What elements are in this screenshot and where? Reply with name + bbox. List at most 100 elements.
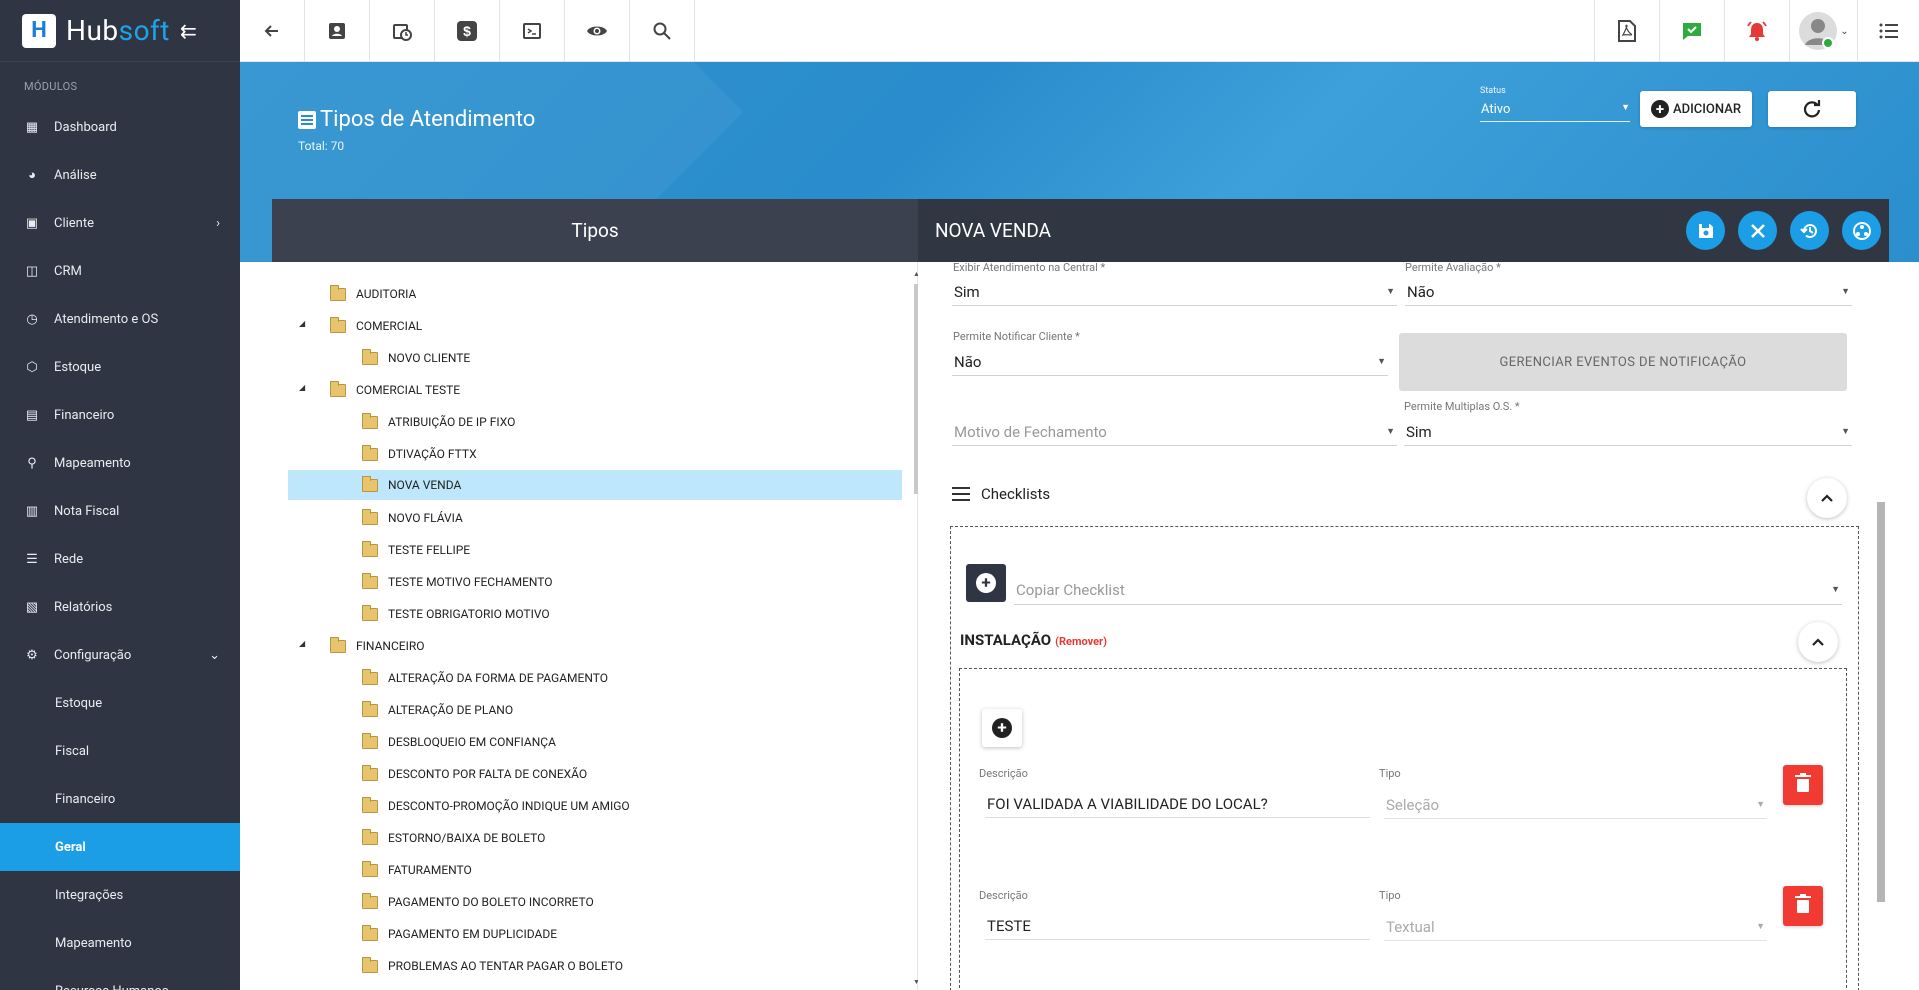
exibir-central-select[interactable]: Sim ▼ (952, 278, 1397, 306)
tree-item-alteracao-plano[interactable]: ALTERAÇÃO DE PLANO (362, 695, 513, 725)
sidebar-item-crm[interactable]: ◫ CRM (0, 247, 240, 295)
item-type-select[interactable]: Seleção ▼ (1384, 791, 1767, 819)
sidebar-item-dashboard[interactable]: ▦ Dashboard (0, 103, 240, 151)
refresh-button[interactable] (1768, 91, 1856, 127)
dollar-icon: $ (457, 21, 477, 41)
close-icon (1750, 223, 1765, 238)
chevron-down-icon: ⌄ (209, 647, 220, 663)
tree-item-novo-cliente[interactable]: NOVO CLIENTE (362, 343, 470, 373)
folder-icon (362, 924, 378, 941)
notificar-cliente-select[interactable]: Não ▼ (952, 348, 1388, 376)
tree-item-problemas-boleto[interactable]: PROBLEMAS AO TENTAR PAGAR O BOLETO (362, 951, 623, 981)
view-button[interactable] (565, 0, 630, 62)
sidebar-sub-recursos-humanos[interactable]: Recursos Humanos (0, 967, 240, 990)
tree-item-financeiro[interactable]: FINANCEIRO (330, 631, 425, 661)
tree-item-nova-venda[interactable]: NOVA VENDA (288, 470, 902, 500)
remove-checklist-link[interactable]: (Remover) (1055, 635, 1107, 648)
avatar-icon (1799, 12, 1838, 50)
tree-item-pagamento-duplicidade[interactable]: PAGAMENTO EM DUPLICIDADE (362, 919, 557, 949)
tree-item-novo-flavia[interactable]: NOVO FLÁVIA (362, 503, 463, 533)
sidebar-item-configuracao[interactable]: ⚙ Configuração ⌄ (0, 631, 240, 679)
sidebar-item-relatorios[interactable]: ▧ Relatórios (0, 583, 240, 631)
add-checklist-item-button[interactable]: + (982, 709, 1022, 747)
tree-expander-icon[interactable]: ◢ (299, 319, 305, 328)
menu-collapse-icon[interactable]: ⇇ (180, 19, 197, 43)
sidebar-sub-fiscal[interactable]: Fiscal (0, 727, 240, 775)
tree-item-faturamento[interactable]: FATURAMENTO (362, 855, 472, 885)
hubsoft-logo[interactable]: H (22, 13, 56, 48)
client-card-button[interactable] (305, 0, 370, 62)
pdf-button[interactable] (1594, 0, 1659, 62)
schedule-button[interactable] (370, 0, 435, 62)
caret-down-icon: ▼ (1386, 427, 1395, 437)
sidebar-item-estoque[interactable]: ⬡ Estoque (0, 343, 240, 391)
notifications-button[interactable] (1724, 0, 1789, 62)
tree-item-dtivacao-fttx[interactable]: DTIVAÇÃO FTTX (362, 439, 477, 469)
tree-item-desconto-falta[interactable]: DESCONTO POR FALTA DE CONEXÃO (362, 759, 587, 789)
sidebar-item-financeiro[interactable]: ▤ Financeiro (0, 391, 240, 439)
tree-item-comercial[interactable]: COMERCIAL (330, 311, 422, 341)
delete-item-button[interactable] (1783, 886, 1823, 926)
status-filter[interactable]: Status Ativo ▼ (1480, 86, 1630, 122)
options-menu-button[interactable] (1857, 0, 1919, 62)
sidebar-sub-financeiro[interactable]: Financeiro (0, 775, 240, 823)
workflow-button[interactable] (1842, 211, 1881, 250)
tree-expander-icon[interactable]: ◢ (299, 383, 305, 392)
finance-button[interactable]: $ (435, 0, 500, 62)
sidebar-item-mapeamento[interactable]: ⚲ Mapeamento (0, 439, 240, 487)
status-select[interactable]: Ativo ▼ (1480, 96, 1630, 122)
add-checklist-button[interactable]: + (966, 564, 1006, 602)
history-button[interactable] (1790, 211, 1829, 250)
sidebar-item-nota-fiscal[interactable]: ▥ Nota Fiscal (0, 487, 240, 535)
tree-item-desbloqueio[interactable]: DESBLOQUEIO EM CONFIANÇA (362, 727, 556, 757)
manage-notification-events-button[interactable]: GERENCIAR EVENTOS DE NOTIFICAÇÃO (1399, 333, 1847, 391)
search-button[interactable] (630, 0, 695, 62)
user-menu-button[interactable]: ⌄ (1789, 0, 1857, 62)
sidebar-sub-estoque[interactable]: Estoque (0, 679, 240, 727)
tree-item-alteracao-forma[interactable]: ALTERAÇÃO DA FORMA DE PAGAMENTO (362, 663, 608, 693)
tree-expander-icon[interactable]: ◢ (299, 639, 305, 648)
multiplas-os-select[interactable]: Sim ▼ (1404, 418, 1852, 446)
tree-item-pagamento-incorreto[interactable]: PAGAMENTO DO BOLETO INCORRETO (362, 887, 594, 917)
add-button[interactable]: + ADICIONAR (1640, 91, 1752, 127)
sidebar-sub-mapeamento[interactable]: Mapeamento (0, 919, 240, 967)
close-button[interactable] (1738, 211, 1777, 250)
form-scrollbar-thumb[interactable] (1877, 502, 1885, 902)
tree-item-teste-fellipe[interactable]: TESTE FELLIPE (362, 535, 470, 565)
sidebar-item-rede[interactable]: ☰ Rede (0, 535, 240, 583)
form-scrollbar[interactable] (1875, 262, 1887, 990)
collapse-instalacao-button[interactable] (1798, 622, 1838, 662)
tree-item-desconto-promocao[interactable]: DESCONTO-PROMOÇÃO INDIQUE UM AMIGO (362, 791, 630, 821)
back-button[interactable] (240, 0, 305, 62)
item-description-input[interactable]: FOI VALIDADA A VIABILIDADE DO LOCAL? (985, 790, 1370, 818)
tree-item-teste-motivo[interactable]: TESTE MOTIVO FECHAMENTO (362, 567, 553, 597)
bell-alert-icon (1747, 21, 1767, 41)
collapse-checklists-button[interactable] (1807, 478, 1847, 518)
item-description-input[interactable]: TESTE (985, 912, 1370, 940)
multiplas-os-label: Permite Multiplas O.S. * (1404, 400, 1520, 413)
save-button[interactable] (1686, 211, 1725, 250)
sidebar-item-cliente[interactable]: ▣ Cliente › (0, 199, 240, 247)
chevron-down-icon: ⌄ (1840, 25, 1849, 37)
sidebar-item-analise[interactable]: ◕ Análise (0, 151, 240, 199)
motivo-fechamento-select[interactable]: Motivo de Fechamento ▼ (952, 418, 1397, 446)
tree-item-estorno[interactable]: ESTORNO/BAIXA DE BOLETO (362, 823, 545, 853)
permite-avaliacao-label: Permite Avaliação * (1405, 261, 1501, 274)
delete-item-button[interactable] (1783, 765, 1823, 805)
top-toolbar: $ ⌄ (240, 0, 1919, 62)
types-tree-panel: AUDITORIA ◢ COMERCIAL NOVO CLIENTE ◢ COM… (272, 262, 918, 990)
tree-item-comercial-teste[interactable]: COMERCIAL TESTE (330, 375, 460, 405)
folder-icon (362, 796, 378, 813)
messages-button[interactable] (1659, 0, 1724, 62)
terminal-button[interactable] (500, 0, 565, 62)
tree-item-teste-obrigatorio[interactable]: TESTE OBRIGATORIO MOTIVO (362, 599, 550, 629)
copy-checklist-select[interactable]: Copiar Checklist ▼ (1014, 575, 1842, 605)
item-type-select[interactable]: Textual ▼ (1384, 913, 1767, 941)
tree-item-auditoria[interactable]: AUDITORIA (330, 279, 416, 309)
permite-avaliacao-select[interactable]: Não ▼ (1405, 278, 1852, 306)
sidebar-item-atendimento[interactable]: ◷ Atendimento e OS (0, 295, 240, 343)
folder-icon (362, 668, 378, 685)
sidebar-sub-geral[interactable]: Geral (0, 823, 240, 871)
tree-item-atribuicao-ip[interactable]: ATRIBUIÇÃO DE IP FIXO (362, 407, 515, 437)
sidebar-sub-integracoes[interactable]: Integrações (0, 871, 240, 919)
